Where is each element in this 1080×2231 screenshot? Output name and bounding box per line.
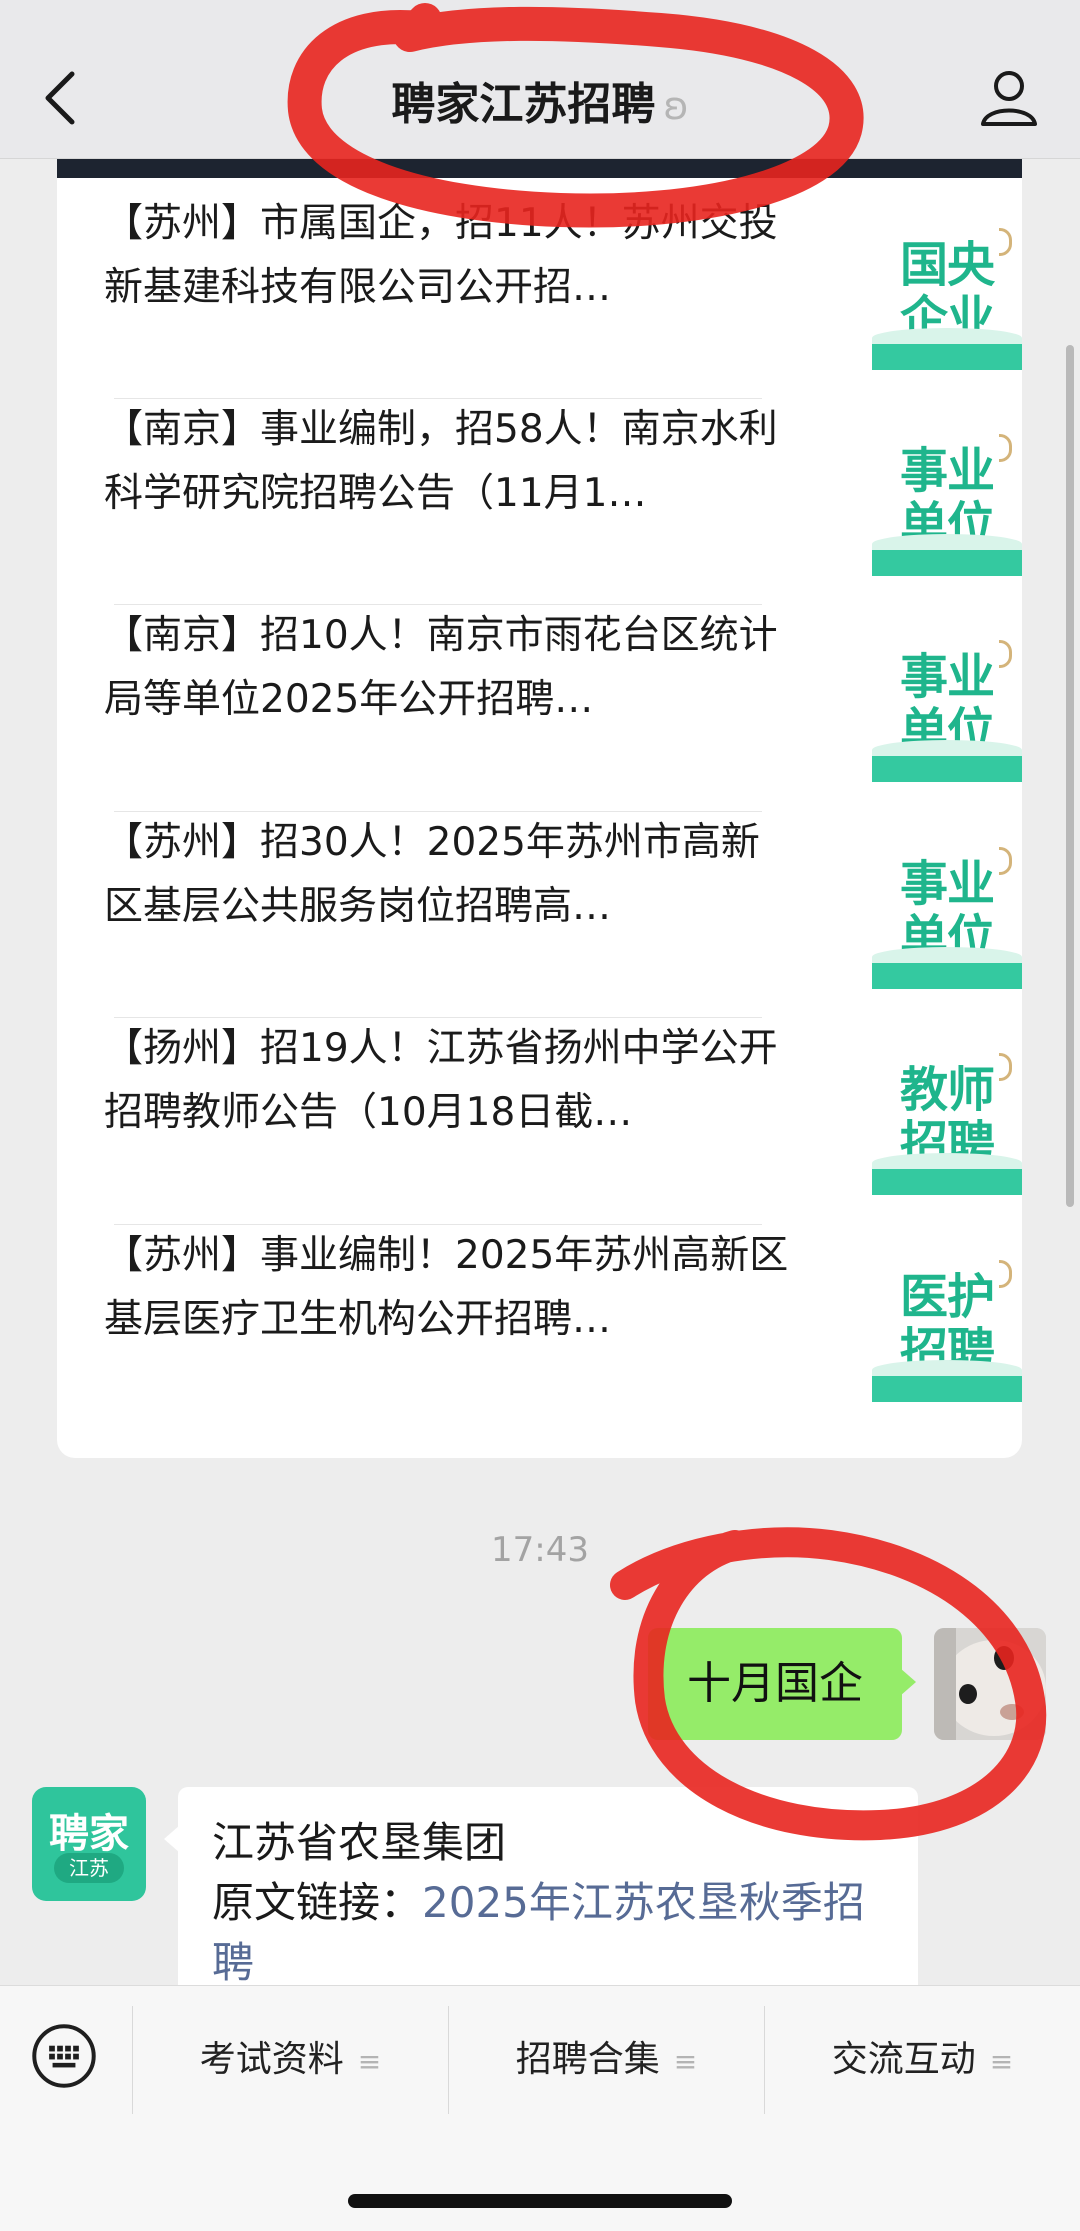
article-title: 【苏州】招30人！2025年苏州市高新区基层公共服务岗位招聘高…: [104, 820, 760, 929]
submenu-icon: ≡: [357, 2045, 382, 2078]
article-item[interactable]: 【苏州】事业编制！2025年苏州高新区基层医疗卫生机构公开招聘… 医护招聘: [104, 1190, 1022, 1402]
article-title: 【南京】招10人！南京市雨花台区统计局等单位2025年公开招聘…: [104, 613, 778, 722]
menu-item-label: 交流互动: [831, 2039, 976, 2080]
article-item[interactable]: 【南京】招10人！南京市雨花台区统计局等单位2025年公开招聘… 事业单位: [104, 570, 1022, 782]
chat-title: 聘家江苏招聘: [391, 79, 656, 130]
official-account-avatar[interactable]: 聘家 江苏: [32, 1787, 146, 1901]
article-item[interactable]: 【苏州】招30人！2025年苏州市高新区基层公共服务岗位招聘高… 事业单位: [104, 777, 1022, 989]
outgoing-message-bubble[interactable]: 十月国企: [648, 1628, 916, 1740]
avatar-brand-subtext: 江苏: [54, 1853, 124, 1883]
article-title: 【苏州】事业编制！2025年苏州高新区基层医疗卫生机构公开招聘…: [104, 1233, 789, 1342]
scrollbar[interactable]: [1066, 345, 1074, 1207]
article-item[interactable]: 【扬州】招19人！江苏省扬州中学公开招聘教师公告（10月18日截… 教师招聘: [104, 983, 1022, 1195]
menu-item-label: 招聘合集: [515, 2039, 660, 2080]
article-title: 【扬州】招19人！江苏省扬州中学公开招聘教师公告（10月18日截…: [104, 1026, 778, 1135]
submenu-icon: ≡: [673, 2045, 698, 2078]
message-timestamp: 17:43: [491, 1530, 589, 1570]
article-thumbnail: 事业单位: [872, 632, 1022, 782]
avatar-brand-text: 聘家: [49, 1811, 129, 1857]
article-title: 【南京】事业编制，招58人！南京水利科学研究院招聘公告（11月1…: [104, 407, 778, 516]
nav-header: 聘家江苏招聘 ʚ: [0, 0, 1080, 159]
menu-recruitment-collection[interactable]: 招聘合集 ≡: [449, 2006, 764, 2114]
article-thumbnail: 教师招聘: [872, 1045, 1022, 1195]
link-prefix-text: 原文链接：: [212, 1878, 423, 1927]
incoming-message-bubble[interactable]: 江苏省农垦集团 原文链接：2025年江苏农垦秋季招聘: [164, 1787, 918, 2017]
user-avatar[interactable]: [934, 1628, 1046, 1740]
article-thumbnail: 事业单位: [872, 426, 1022, 576]
article-item[interactable]: 【南京】事业编制，招58人！南京水利科学研究院招聘公告（11月1… 事业单位: [104, 364, 1022, 576]
profile-person-icon[interactable]: [978, 66, 1040, 128]
menu-exam-materials[interactable]: 考试资料 ≡: [133, 2006, 448, 2114]
cat-photo-icon: [934, 1628, 1046, 1740]
incoming-message-link-line: 原文链接：2025年江苏农垦秋季招聘: [212, 1873, 892, 1993]
ear-mode-icon: ʚ: [663, 84, 689, 128]
menu-interaction[interactable]: 交流互动 ≡: [765, 2006, 1080, 2114]
article-thumbnail: 国央企业: [872, 220, 1022, 370]
home-indicator[interactable]: [348, 2194, 732, 2208]
submenu-icon: ≡: [989, 2045, 1014, 2078]
outgoing-message-text: 十月国企: [687, 1658, 863, 1709]
article-list-card: 【苏州】市属国企，招11人！苏州交投新基建科技有限公司公开招… 国央企业 【南京…: [57, 158, 1022, 1458]
article-thumbnail: 医护招聘: [872, 1252, 1022, 1402]
page-title: 聘家江苏招聘 ʚ: [0, 68, 1080, 132]
menu-item-label: 考试资料: [199, 2039, 344, 2080]
article-thumbnail: 事业单位: [872, 839, 1022, 989]
article-item[interactable]: 【苏州】市属国企，招11人！苏州交投新基建科技有限公司公开招… 国央企业: [104, 158, 1022, 370]
incoming-message-line: 江苏省农垦集团: [212, 1818, 507, 1867]
article-title: 【苏州】市属国企，招11人！苏州交投新基建科技有限公司公开招…: [104, 201, 778, 310]
keyboard-toggle-icon[interactable]: [32, 2024, 96, 2088]
